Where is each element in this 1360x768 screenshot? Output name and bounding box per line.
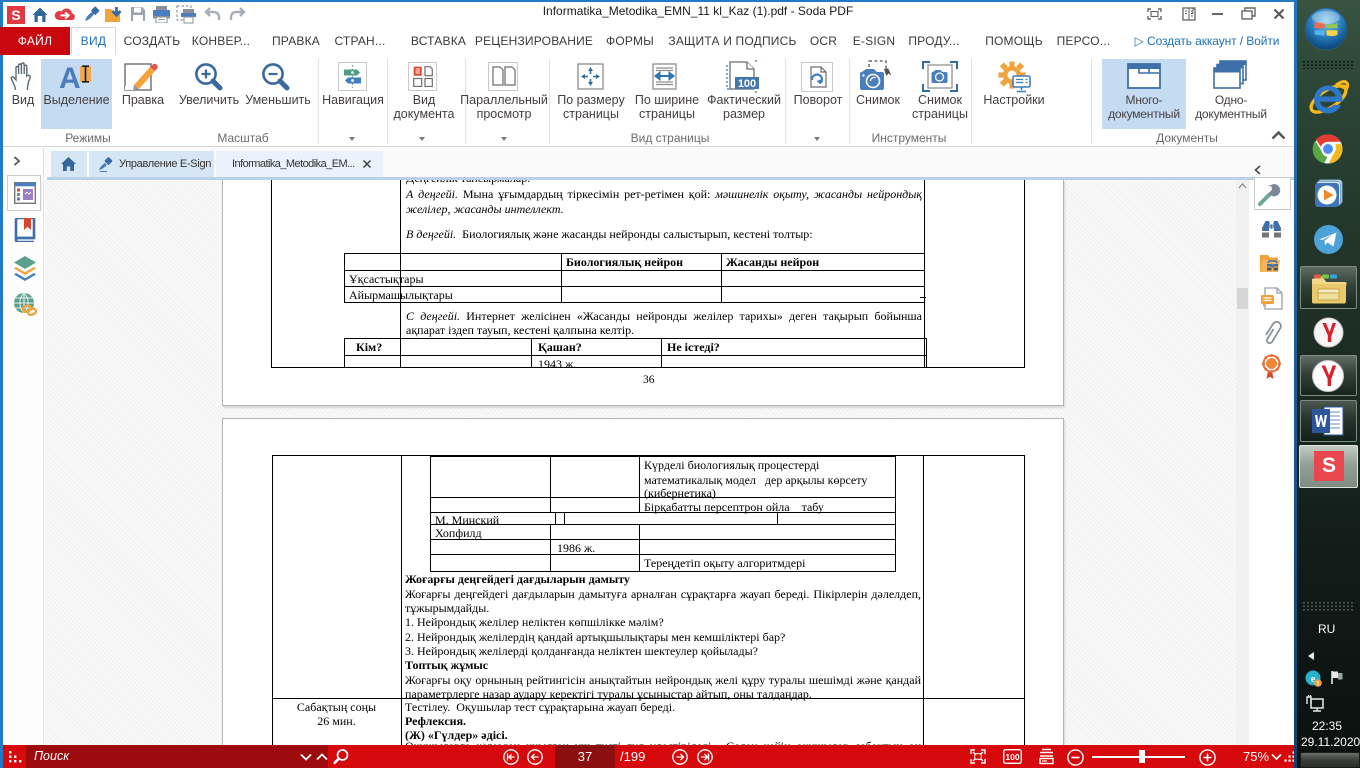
svg-text:100: 100	[738, 78, 756, 90]
svg-text:100: 100	[1005, 752, 1019, 762]
svg-text:!: !	[1317, 681, 1319, 687]
